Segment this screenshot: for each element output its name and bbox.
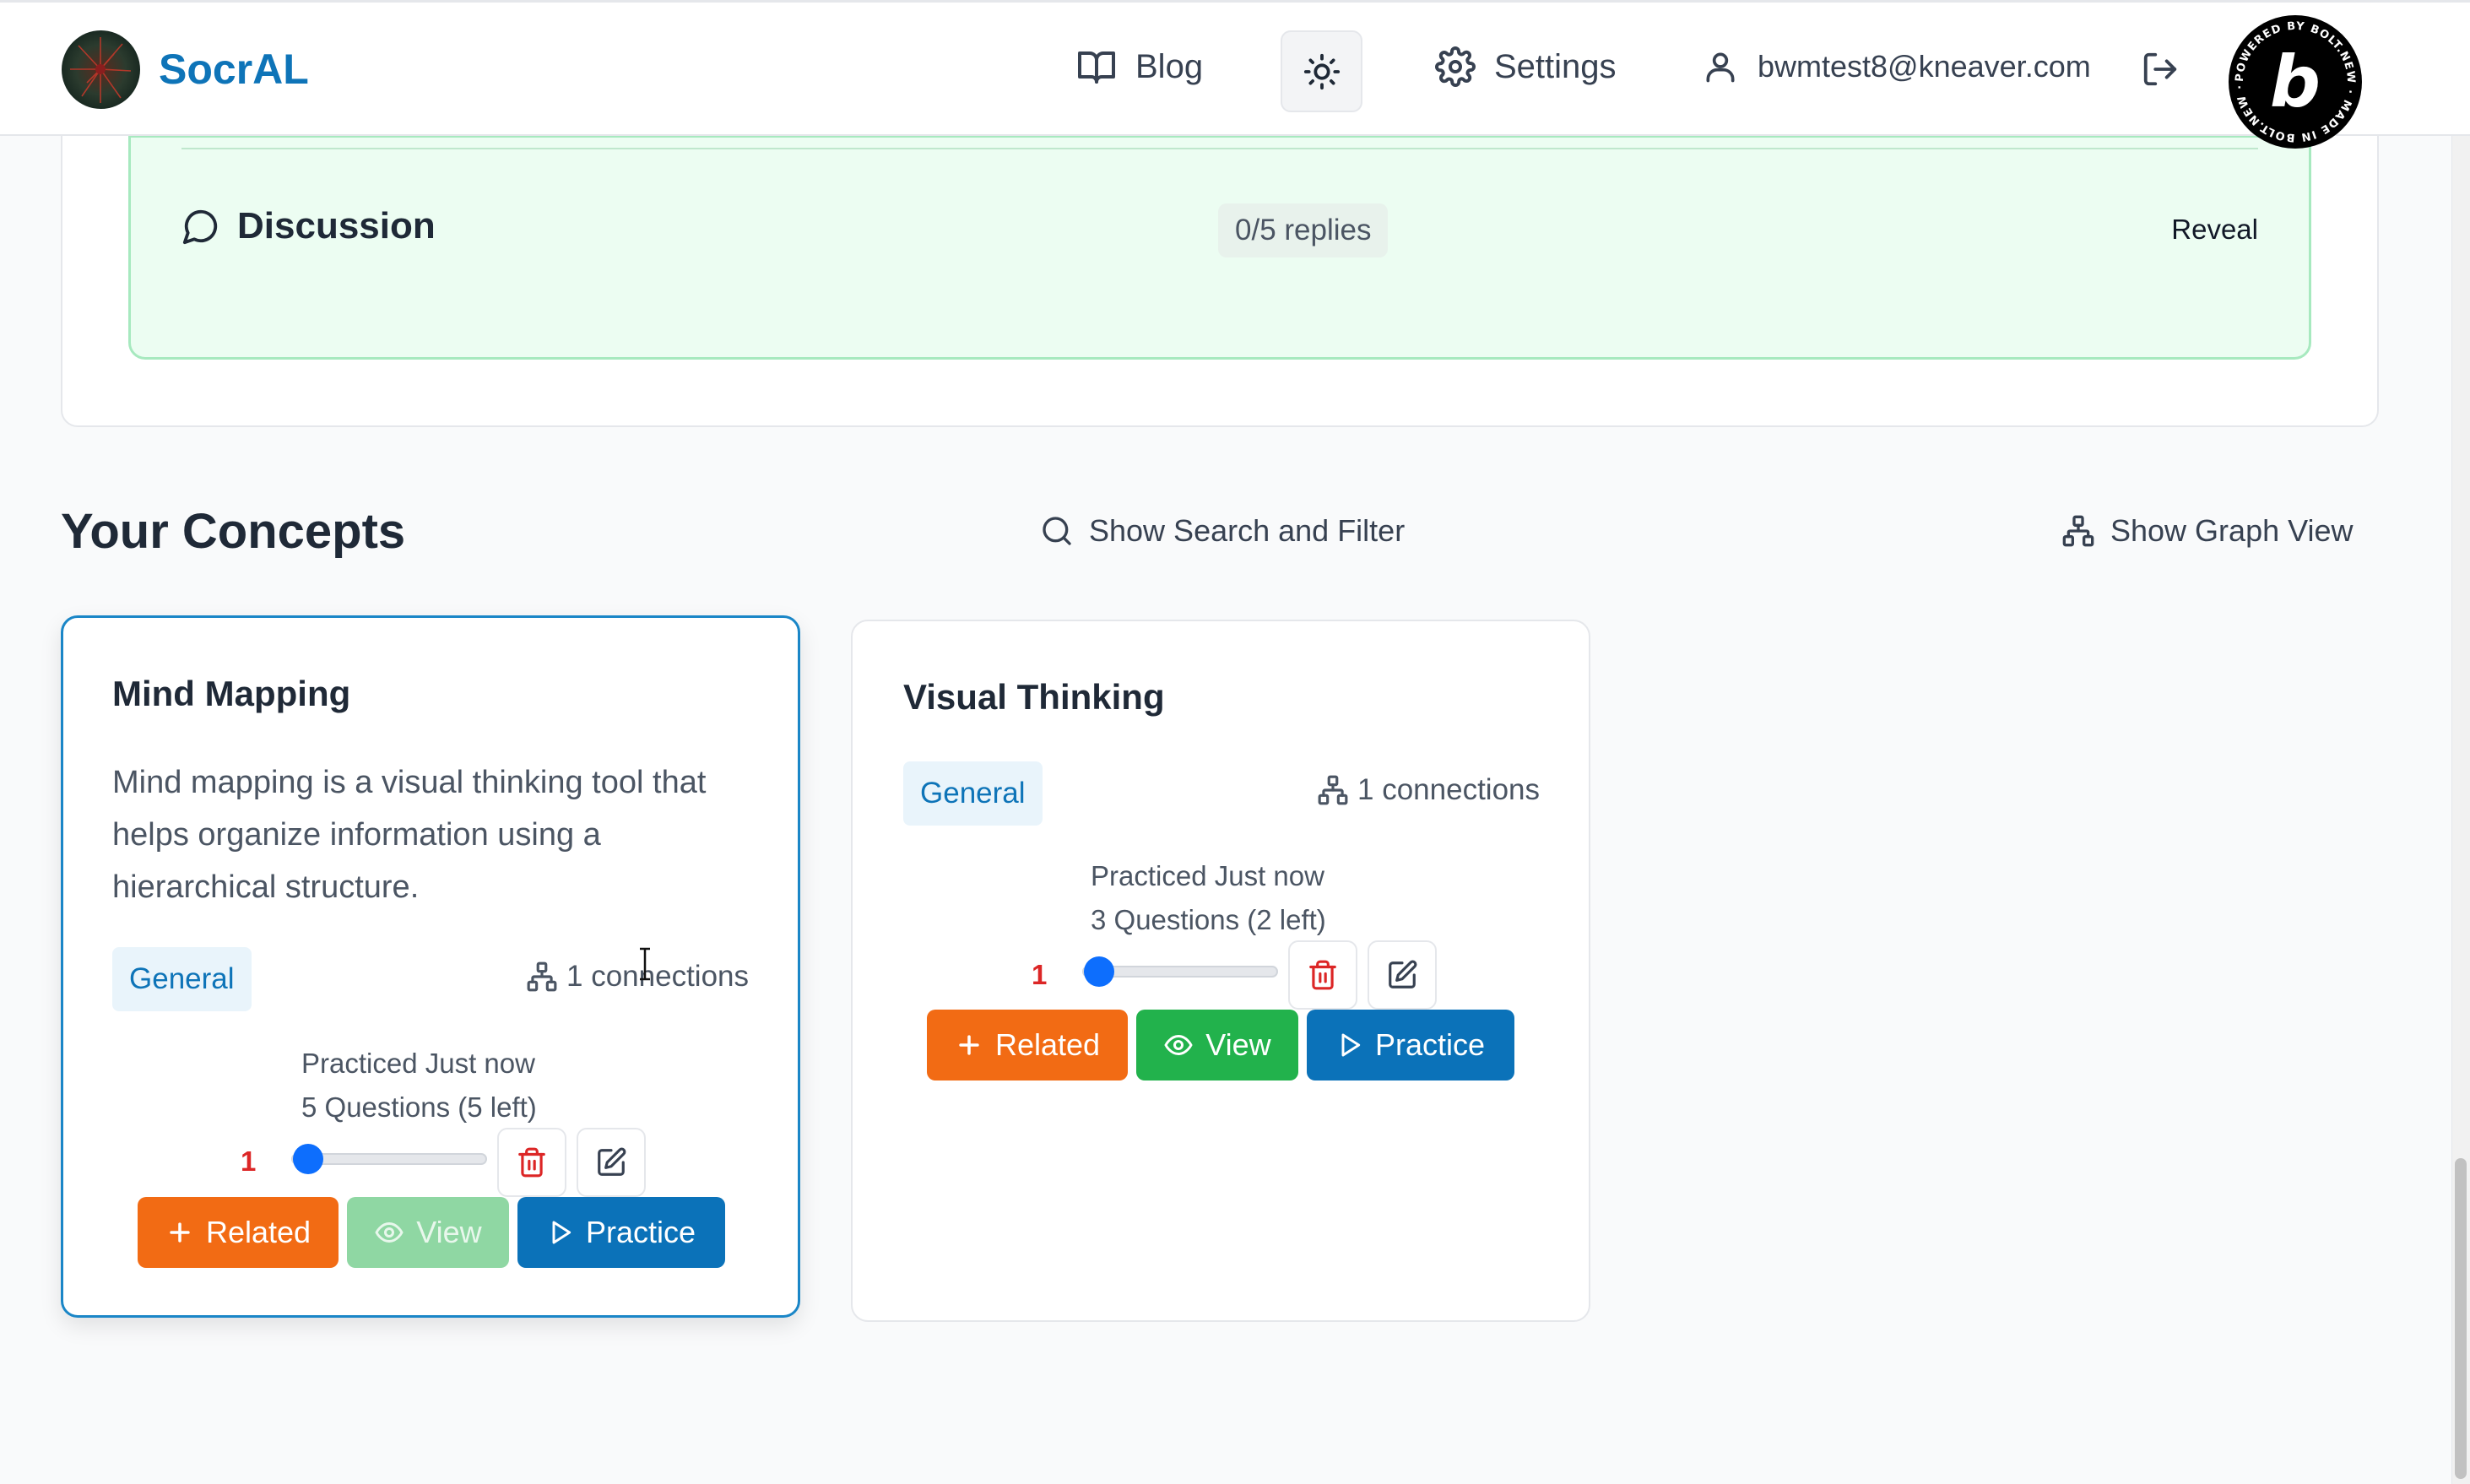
priority-count: 1: [1032, 959, 1048, 990]
connections-count: 1 connections: [1317, 773, 1540, 807]
concept-card[interactable]: Mind Mapping Mind mapping is a visual th…: [61, 615, 800, 1318]
concept-card[interactable]: Visual Thinking General 1 connections Pr…: [851, 620, 1590, 1322]
practiced-time: Practiced Just now: [1091, 860, 1324, 891]
show-graph-view-label: Show Graph View: [2110, 513, 2354, 548]
view-label: View: [1205, 1027, 1271, 1062]
related-label: Related: [205, 1215, 311, 1249]
play-icon: [547, 1219, 574, 1246]
edit-icon: [595, 1146, 627, 1178]
delete-button[interactable]: [1288, 940, 1357, 1010]
user-icon: [1702, 48, 1739, 85]
bolt-badge-ring: POWERED BY BOLT.NEW · MADE IN BOLT.NEW ·: [2234, 20, 2358, 144]
nav-blog[interactable]: Blog: [1076, 46, 1203, 87]
connections-label: 1 connections: [1357, 773, 1540, 806]
scrollbar-thumb[interactable]: [2455, 1158, 2467, 1479]
concepts-heading: Your Concepts: [61, 504, 406, 559]
plus-icon: [955, 1031, 983, 1059]
slider-knob[interactable]: [293, 1144, 324, 1174]
show-search-filter-button[interactable]: Show Search and Filter: [1040, 513, 1405, 549]
log-out-icon: [2141, 50, 2180, 89]
view-button[interactable]: View: [347, 1197, 509, 1268]
show-search-filter-label: Show Search and Filter: [1089, 513, 1406, 548]
questions-count: 5 Questions (5 left): [301, 1091, 537, 1123]
svg-text:POWERED BY BOLT.NEW · MADE IN: POWERED BY BOLT.NEW · MADE IN BOLT.NEW ·: [2234, 20, 2358, 144]
edit-button[interactable]: [577, 1128, 646, 1197]
add-related-button[interactable]: Related: [138, 1197, 339, 1268]
practice-status: Practiced Just now 3 Questions (2 left): [1091, 854, 1326, 942]
search-icon: [1040, 514, 1074, 548]
practice-status: Practiced Just now 5 Questions (5 left): [301, 1042, 537, 1129]
plus-icon: [165, 1218, 194, 1247]
logout-button[interactable]: [2141, 50, 2180, 89]
user-email: bwmtest8@kneaver.com: [1758, 49, 2091, 84]
discussion-heading: Discussion: [181, 205, 436, 247]
priority-count: 1: [241, 1145, 257, 1177]
practice-button[interactable]: Practice: [517, 1197, 725, 1268]
concept-title: Mind Mapping: [112, 674, 351, 713]
concept-title: Visual Thinking: [903, 677, 1165, 717]
discussion-panel: Discussion 0/5 replies Reveal: [128, 135, 2311, 360]
concept-detail-card: Discussion 0/5 replies Reveal: [61, 101, 2379, 427]
network-icon: [2061, 514, 2095, 548]
bolt-badge[interactable]: POWERED BY BOLT.NEW · MADE IN BOLT.NEW ·…: [2229, 15, 2362, 149]
view-label: View: [416, 1215, 482, 1249]
add-related-button[interactable]: Related: [927, 1010, 1128, 1081]
category-tag[interactable]: General: [903, 761, 1043, 826]
questions-count: 3 Questions (2 left): [1091, 904, 1326, 935]
trash-icon: [516, 1146, 548, 1178]
discussion-title: Discussion: [237, 205, 436, 246]
related-label: Related: [994, 1027, 1101, 1062]
page-scrollbar[interactable]: [2451, 0, 2470, 1484]
divider: [181, 148, 2258, 149]
app-header: SocrAL Blog Settings bwmtest8@kneaver.co…: [0, 0, 2470, 136]
text-cursor-icon: [637, 947, 653, 985]
reveal-button[interactable]: Reveal: [2171, 214, 2258, 246]
brand-name[interactable]: SocrAL: [159, 45, 309, 94]
message-circle-icon: [181, 207, 220, 246]
practice-label: Practice: [1374, 1027, 1486, 1062]
network-icon: [526, 961, 558, 993]
book-open-icon: [1076, 46, 1117, 87]
slider-knob[interactable]: [1084, 956, 1115, 987]
nav-settings-label: Settings: [1494, 47, 1617, 85]
priority-slider[interactable]: [291, 1144, 487, 1174]
show-graph-view-button[interactable]: Show Graph View: [2061, 513, 2354, 549]
trash-icon: [1307, 959, 1339, 991]
category-tag[interactable]: General: [112, 947, 252, 1011]
nav-blog-label: Blog: [1135, 47, 1204, 85]
concept-description: Mind mapping is a visual thinking tool t…: [112, 765, 707, 905]
play-icon: [1336, 1032, 1363, 1059]
socral-logo[interactable]: [62, 30, 140, 109]
edit-icon: [1386, 959, 1418, 991]
delete-button[interactable]: [497, 1128, 566, 1197]
practice-label: Practice: [585, 1215, 696, 1249]
edit-button[interactable]: [1368, 940, 1437, 1010]
user-account[interactable]: bwmtest8@kneaver.com: [1702, 48, 2091, 85]
network-icon: [1317, 774, 1349, 806]
practice-button[interactable]: Practice: [1307, 1010, 1514, 1081]
connections-label: 1 connections: [566, 960, 749, 993]
eye-icon: [1163, 1030, 1194, 1060]
practiced-time: Practiced Just now: [301, 1048, 535, 1079]
view-button[interactable]: View: [1136, 1010, 1298, 1081]
priority-slider[interactable]: [1082, 956, 1278, 987]
replies-badge: 0/5 replies: [1218, 203, 1389, 257]
sun-icon: [1303, 52, 1341, 91]
eye-icon: [374, 1217, 404, 1248]
gear-icon: [1435, 46, 1476, 87]
theme-toggle-button[interactable]: [1281, 30, 1362, 112]
nav-settings[interactable]: Settings: [1435, 46, 1617, 87]
